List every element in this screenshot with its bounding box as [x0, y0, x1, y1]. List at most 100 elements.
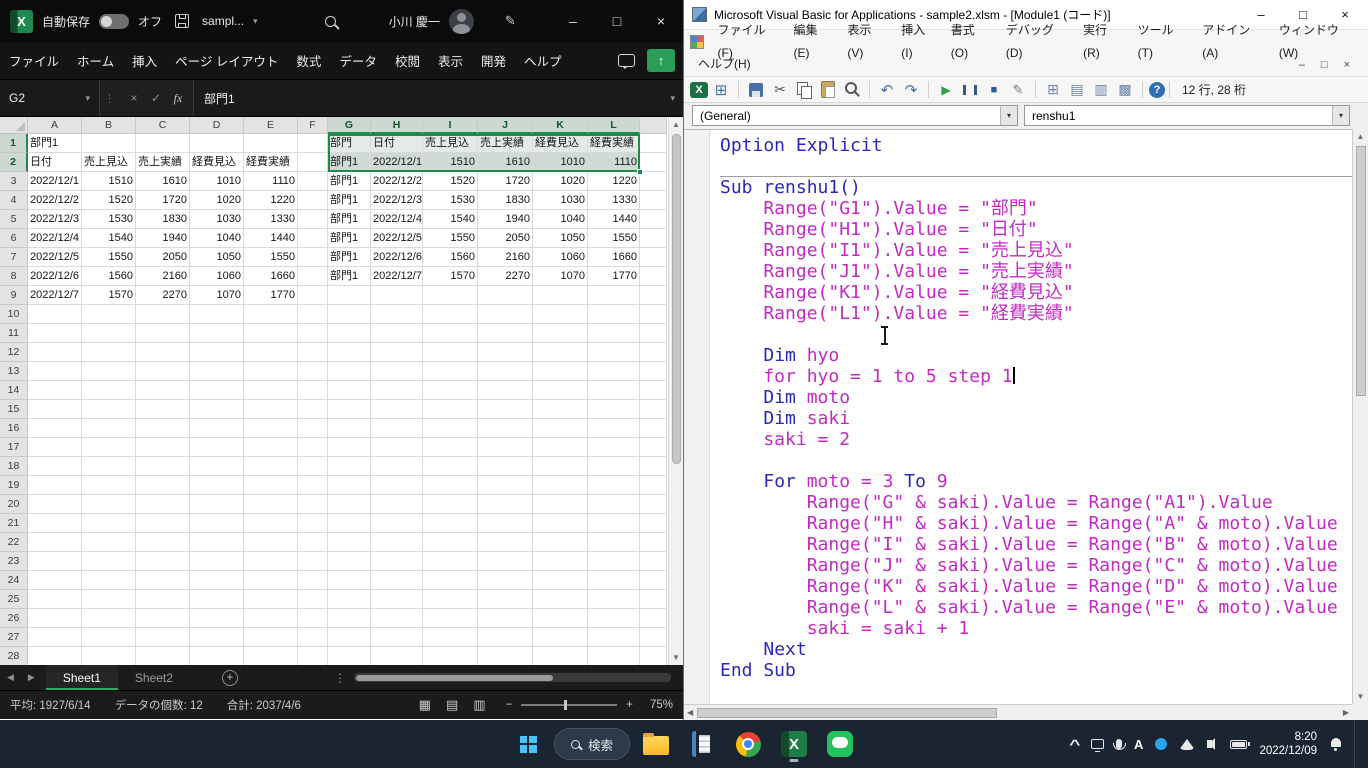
cell-G4[interactable]: 部門1 [328, 191, 371, 210]
cell-A7[interactable]: 2022/12/5 [28, 248, 82, 267]
cell-M6[interactable] [640, 229, 667, 248]
cell-L20[interactable] [588, 495, 640, 514]
cell-F17[interactable] [298, 438, 328, 457]
cell-D2[interactable]: 経費見込 [190, 153, 244, 172]
sheet-next-icon[interactable]: ▶ [21, 672, 42, 683]
minimize-button[interactable]: – [551, 0, 595, 42]
tray-display-icon[interactable] [1091, 739, 1104, 749]
cell-B28[interactable] [82, 647, 136, 665]
cell-B13[interactable] [82, 362, 136, 381]
cell-L18[interactable] [588, 457, 640, 476]
cell-I28[interactable] [423, 647, 478, 665]
vba-horizontal-scrollbar[interactable]: ◀ ▶ [684, 704, 1352, 720]
ribbon-tab-6[interactable]: 校閲 [386, 42, 429, 79]
cell-A1[interactable]: 部門1 [28, 134, 82, 153]
cell-E18[interactable] [244, 457, 298, 476]
code-line-25[interactable]: Next [720, 639, 1352, 660]
row-header-19[interactable]: 19 [0, 476, 28, 495]
cell-G28[interactable] [328, 647, 371, 665]
namebox-caret-icon[interactable]: ▾ [85, 93, 90, 104]
cell-H5[interactable]: 2022/12/4 [371, 210, 423, 229]
cell-K12[interactable] [533, 343, 588, 362]
cell-C2[interactable]: 売上実績 [136, 153, 190, 172]
cell-D4[interactable]: 1020 [190, 191, 244, 210]
ribbon-tab-1[interactable]: ホーム [68, 42, 123, 79]
cell-H17[interactable] [371, 438, 423, 457]
cell-A25[interactable] [28, 590, 82, 609]
cell-E15[interactable] [244, 400, 298, 419]
cell-L6[interactable]: 1550 [588, 229, 640, 248]
file-name[interactable]: sampl... [202, 14, 244, 28]
avatar[interactable] [449, 9, 474, 34]
cell-L8[interactable]: 1770 [588, 267, 640, 286]
cell-K21[interactable] [533, 514, 588, 533]
column-header-K[interactable]: K [533, 117, 588, 134]
formulabar-expand-icon[interactable]: ▾ [662, 80, 683, 116]
cell-J19[interactable] [478, 476, 533, 495]
cell-L11[interactable] [588, 324, 640, 343]
cell-E8[interactable]: 1660 [244, 267, 298, 286]
code-line-7[interactable]: Range("J1").Value = "売上実績" [720, 261, 1352, 282]
cell-D24[interactable] [190, 571, 244, 590]
cell-G19[interactable] [328, 476, 371, 495]
vba-menu-item-6[interactable]: 実行(R) [1075, 19, 1130, 65]
cell-I25[interactable] [423, 590, 478, 609]
cell-I3[interactable]: 1520 [423, 172, 478, 191]
cell-G15[interactable] [328, 400, 371, 419]
row-header-2[interactable]: 2 [0, 153, 28, 172]
insert-userform-button[interactable]: ⊞ [710, 80, 732, 100]
row-header-16[interactable]: 16 [0, 419, 28, 438]
cell-K14[interactable] [533, 381, 588, 400]
cell-K15[interactable] [533, 400, 588, 419]
maximize-button[interactable]: □ [595, 0, 639, 42]
cell-K10[interactable] [533, 305, 588, 324]
pencil-icon[interactable]: ✎ [505, 13, 516, 29]
cell-D17[interactable] [190, 438, 244, 457]
module-restore-button[interactable]: □ [1321, 59, 1328, 71]
row-header-8[interactable]: 8 [0, 267, 28, 286]
fill-handle[interactable] [637, 169, 643, 175]
cell-B2[interactable]: 売上見込 [82, 153, 136, 172]
vba-scroll-left-icon[interactable]: ◀ [687, 705, 693, 720]
cell-E3[interactable]: 1110 [244, 172, 298, 191]
code-line-14[interactable]: Dim saki [720, 408, 1352, 429]
cell-K24[interactable] [533, 571, 588, 590]
cell-F9[interactable] [298, 286, 328, 305]
cell-I10[interactable] [423, 305, 478, 324]
module-minimize-button[interactable]: – [1299, 59, 1305, 71]
cell-B22[interactable] [82, 533, 136, 552]
cell-M13[interactable] [640, 362, 667, 381]
cell-L17[interactable] [588, 438, 640, 457]
taskbar-explorer-icon[interactable] [636, 724, 676, 764]
row-header-4[interactable]: 4 [0, 191, 28, 210]
object-browser-button[interactable]: ▥ [1090, 80, 1112, 100]
cell-J12[interactable] [478, 343, 533, 362]
cell-G3[interactable]: 部門1 [328, 172, 371, 191]
cell-B9[interactable]: 1570 [82, 286, 136, 305]
cell-E24[interactable] [244, 571, 298, 590]
cell-C8[interactable]: 2160 [136, 267, 190, 286]
cell-C16[interactable] [136, 419, 190, 438]
cell-E28[interactable] [244, 647, 298, 665]
cell-L10[interactable] [588, 305, 640, 324]
cell-C1[interactable] [136, 134, 190, 153]
cell-A28[interactable] [28, 647, 82, 665]
cell-C14[interactable] [136, 381, 190, 400]
cell-I12[interactable] [423, 343, 478, 362]
cell-G16[interactable] [328, 419, 371, 438]
procedure-dropdown-caret-icon[interactable]: ▾ [1332, 106, 1349, 125]
cell-B25[interactable] [82, 590, 136, 609]
cell-C6[interactable]: 1940 [136, 229, 190, 248]
show-desktop-button[interactable] [1354, 720, 1358, 768]
cell-I24[interactable] [423, 571, 478, 590]
ribbon-tab-7[interactable]: 表示 [429, 42, 472, 79]
row-header-11[interactable]: 11 [0, 324, 28, 343]
cell-E27[interactable] [244, 628, 298, 647]
cell-L14[interactable] [588, 381, 640, 400]
row-header-24[interactable]: 24 [0, 571, 28, 590]
cell-B11[interactable] [82, 324, 136, 343]
cell-M23[interactable] [640, 552, 667, 571]
ribbon-tab-0[interactable]: ファイル [0, 42, 68, 79]
cell-G22[interactable] [328, 533, 371, 552]
cell-D11[interactable] [190, 324, 244, 343]
